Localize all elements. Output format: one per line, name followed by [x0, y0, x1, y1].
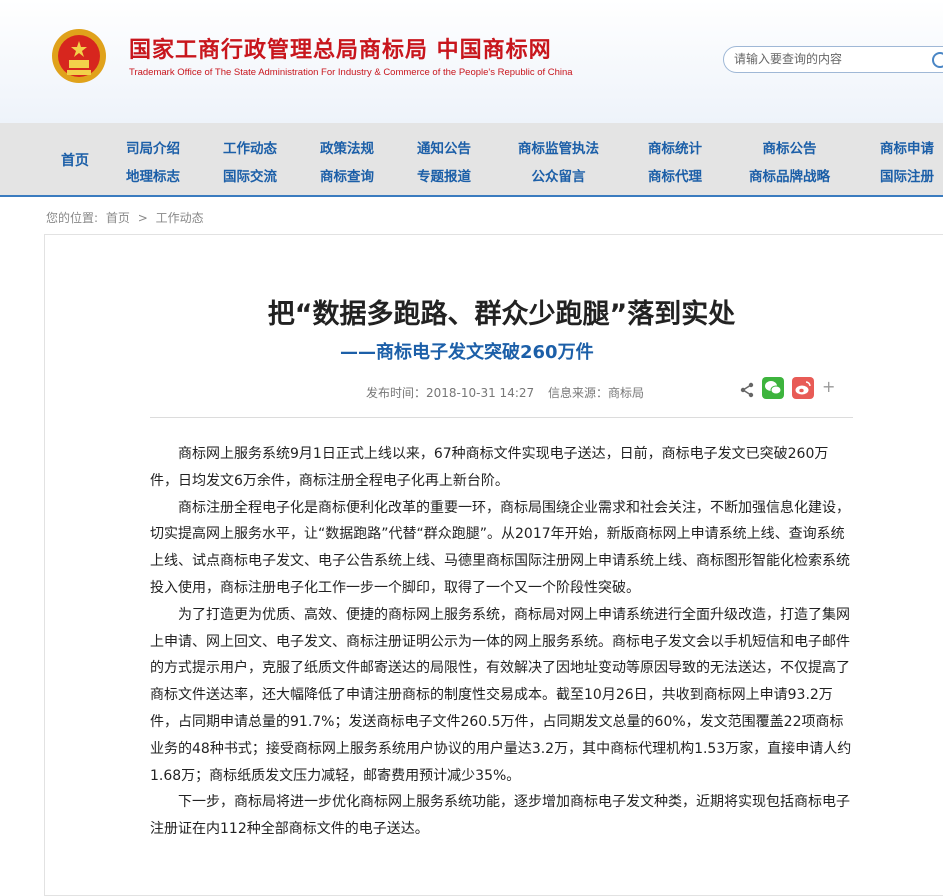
nav-column-2: 工作动态 国际交流: [223, 135, 277, 191]
search-icon[interactable]: [932, 52, 943, 68]
breadcrumb-separator: >: [137, 211, 148, 225]
site-title-english: Trademark Office of The State Administra…: [129, 67, 573, 78]
nav-item-brand-strategy[interactable]: 商标品牌战略: [749, 163, 830, 191]
nav-column-3: 政策法规 商标查询: [320, 135, 374, 191]
nav-item-tm-application[interactable]: 商标申请: [880, 135, 934, 163]
article-paragraph: 为了打造更为优质、高效、便捷的商标网上服务系统，商标局对网上申请系统进行全面升级…: [150, 606, 852, 784]
nav-item-special-reports[interactable]: 专题报道: [417, 163, 471, 191]
nav-item-intl-exchange[interactable]: 国际交流: [223, 163, 277, 191]
article-title: 把“数据多跑路、群众少跑腿”落到实处: [267, 299, 736, 330]
weibo-icon[interactable]: [792, 377, 814, 399]
nav-column-7: 商标公告 商标品牌战略: [749, 135, 830, 191]
nav-column-8: 商标申请 国际注册: [880, 135, 934, 191]
nav-item-bureau-intro[interactable]: 司局介绍: [126, 135, 180, 163]
share-icon[interactable]: [739, 382, 755, 398]
search-input[interactable]: [734, 52, 924, 66]
wechat-icon[interactable]: [762, 377, 784, 399]
nav-item-work-news[interactable]: 工作动态: [223, 135, 277, 163]
nav-item-statistics[interactable]: 商标统计: [648, 135, 702, 163]
article-paragraph: 商标注册全程电子化是商标便利化改革的重要一环，商标局围绕企业需求和社会关注，不断…: [150, 499, 850, 596]
national-emblem-icon: [52, 29, 106, 83]
article-paragraph: 下一步，商标局将进一步优化商标网上服务系统功能，逐步增加商标电子发文种类，近期将…: [150, 794, 850, 838]
nav-item-enforcement[interactable]: 商标监管执法: [518, 135, 599, 163]
nav-column-6: 商标统计 商标代理: [648, 135, 702, 191]
nav-item-geo-marks[interactable]: 地理标志: [126, 163, 180, 191]
nav-item-agencies[interactable]: 商标代理: [648, 163, 702, 191]
meta-divider: [150, 417, 853, 418]
nav-item-public-messages[interactable]: 公众留言: [518, 163, 599, 191]
article-subtitle: ——商标电子发文突破260万件: [340, 342, 594, 363]
nav-item-intl-registration[interactable]: 国际注册: [880, 163, 934, 191]
info-source: 信息来源：商标局: [547, 386, 644, 400]
breadcrumb-current[interactable]: 工作动态: [156, 211, 204, 225]
nav-home[interactable]: 首页: [61, 150, 89, 170]
nav-item-notices[interactable]: 通知公告: [417, 135, 471, 163]
site-header: 国家工商行政管理总局商标局 中国商标网 Trademark Office of …: [0, 0, 943, 123]
nav-item-policy[interactable]: 政策法规: [320, 135, 374, 163]
breadcrumb: 您的位置: 首页 > 工作动态: [46, 209, 208, 226]
site-title: 国家工商行政管理总局商标局 中国商标网: [129, 38, 552, 63]
article-meta: 发布时间：2018-10-31 14:27 信息来源：商标局: [366, 384, 654, 401]
breadcrumb-label: 您的位置:: [46, 211, 99, 225]
more-share-icon[interactable]: +: [822, 377, 835, 396]
nav-column-5: 商标监管执法 公众留言: [518, 135, 599, 191]
article-paragraph: 商标网上服务系统9月1日正式上线以来，67种商标文件实现电子送达，日前，商标电子…: [150, 446, 829, 489]
breadcrumb-home[interactable]: 首页: [106, 211, 130, 225]
nav-column-1: 司局介绍 地理标志: [126, 135, 180, 191]
search-box: [723, 46, 943, 73]
nav-item-tm-search[interactable]: 商标查询: [320, 163, 374, 191]
main-nav: 首页 司局介绍 地理标志 工作动态 国际交流 政策法规 商标查询 通知公告 专题…: [0, 123, 943, 197]
article-body: 商标网上服务系统9月1日正式上线以来，67种商标文件实现电子送达，日前，商标电子…: [150, 441, 855, 843]
nav-column-4: 通知公告 专题报道: [417, 135, 471, 191]
nav-item-announcements[interactable]: 商标公告: [749, 135, 830, 163]
publish-time: 发布时间：2018-10-31 14:27: [366, 386, 535, 400]
